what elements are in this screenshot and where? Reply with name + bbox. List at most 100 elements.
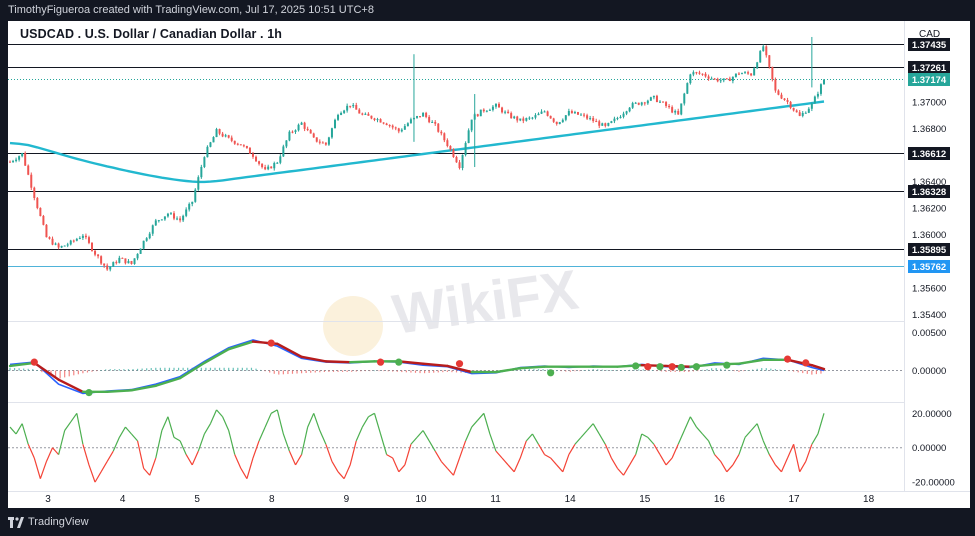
candle-body	[619, 116, 622, 119]
candle	[75, 237, 78, 242]
candle	[507, 109, 510, 114]
candle-body	[400, 129, 403, 132]
candle	[589, 115, 592, 121]
tradingview-logo[interactable]: TradingView	[8, 516, 89, 528]
osc-line-segment	[106, 450, 114, 462]
macd-histogram-bar	[806, 370, 808, 374]
macd-histogram-bar	[328, 370, 330, 372]
macd-histogram-bar	[788, 370, 790, 372]
candle	[816, 91, 819, 99]
candle-body	[665, 102, 668, 106]
candle-body	[658, 101, 661, 103]
candle	[91, 242, 94, 252]
macd-histogram-bar	[583, 370, 585, 371]
macd-cross-marker	[656, 363, 664, 371]
candle-body	[570, 111, 573, 114]
candle-body	[534, 115, 537, 118]
candle	[744, 71, 747, 74]
candle	[586, 113, 589, 120]
candle-body	[163, 216, 166, 220]
macd-histogram-bar	[155, 367, 157, 371]
candle-body	[816, 93, 819, 97]
candle-body	[616, 118, 619, 120]
candle-body	[388, 125, 391, 127]
candle	[592, 115, 595, 123]
candle-body	[30, 174, 33, 188]
macd-histogram-bar	[793, 370, 795, 372]
candle-body	[507, 111, 510, 114]
signal-line-segment	[203, 347, 230, 365]
candle	[285, 140, 288, 149]
candle	[494, 103, 497, 109]
candle	[130, 260, 133, 265]
macd-histogram-bar	[619, 370, 622, 371]
candle-body	[42, 216, 45, 225]
osc-line-segment	[76, 413, 84, 445]
candle	[182, 214, 185, 222]
osc-line-segment	[100, 461, 108, 473]
candle-body	[173, 213, 176, 219]
candle	[613, 116, 616, 124]
candle-body	[813, 96, 816, 104]
osc-line-segment	[610, 457, 618, 469]
candle	[209, 141, 212, 148]
macd-histogram-bar	[64, 370, 66, 378]
candle-body	[491, 106, 494, 110]
macd-histogram-bar	[296, 370, 298, 374]
candle	[273, 161, 276, 171]
candle	[762, 44, 765, 52]
macd-histogram-bar	[132, 369, 134, 371]
chart-panel[interactable]: WikiFX 1.37435 1.37261 1.36612 1.36328 1.358…	[8, 21, 970, 508]
macd-histogram-bar	[451, 370, 453, 373]
candle	[546, 110, 549, 117]
candle	[531, 116, 534, 120]
macd-histogram-bar	[373, 370, 376, 372]
macd-histogram-bar	[578, 370, 581, 372]
candle	[488, 108, 491, 111]
macd-histogram-bar	[720, 368, 722, 371]
candle-body	[625, 111, 628, 114]
macd-cross-marker	[267, 339, 275, 347]
macd-histogram-bar	[86, 370, 89, 373]
price-tick-label: 1.36800	[912, 124, 946, 135]
osc-line-segment	[33, 457, 41, 479]
macd-histogram-bar	[405, 370, 407, 373]
chart-canvas[interactable]: WikiFX 1.37435 1.37261 1.36612 1.36328 1.358…	[8, 21, 970, 508]
macd-histogram-bar	[446, 370, 448, 372]
candle-body	[139, 248, 142, 254]
macd-histogram-bar	[537, 369, 540, 371]
candle-body	[245, 146, 248, 148]
candle	[522, 116, 525, 124]
candle-body	[406, 123, 409, 127]
candle-body	[540, 111, 543, 114]
osc-line-segment	[653, 443, 661, 455]
candle-body	[598, 121, 601, 126]
macd-histogram-bar	[428, 370, 430, 373]
osc-line-segment	[216, 409, 224, 418]
chart-title: USDCAD . U.S. Dollar / Canadian Dollar .…	[20, 27, 282, 41]
osc-line-segment	[9, 426, 17, 435]
candle	[443, 132, 446, 143]
macd-histogram-bar	[779, 369, 781, 371]
candle-body	[212, 137, 215, 143]
candle	[501, 106, 504, 114]
osc-line-segment	[27, 444, 35, 459]
candle	[516, 115, 519, 123]
macd-histogram-bar	[401, 370, 403, 373]
osc-line-segment	[702, 433, 710, 442]
candle	[485, 110, 488, 113]
signal-line-segment	[348, 360, 376, 364]
osc-line-segment	[422, 430, 430, 442]
macd-histogram-bar	[246, 367, 248, 371]
macd-histogram-bar	[241, 367, 243, 371]
candle	[84, 233, 87, 240]
osc-line-segment	[805, 444, 813, 462]
candle	[780, 92, 783, 100]
macd-histogram-bar	[524, 369, 526, 371]
candle	[452, 148, 455, 158]
candle	[719, 77, 722, 84]
macd-histogram-bar	[610, 370, 612, 371]
time-tick-label: 14	[565, 494, 577, 505]
macd-histogram-bar	[73, 370, 75, 376]
candle-body	[531, 117, 534, 119]
